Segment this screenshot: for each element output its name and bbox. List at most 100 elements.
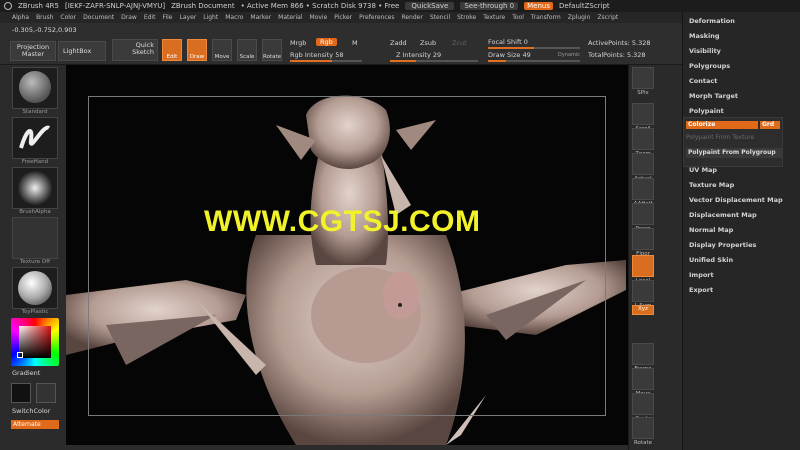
rotate-tool-button[interactable]: Rotate bbox=[262, 39, 282, 61]
scale-tool-button[interactable]: Scale bbox=[237, 39, 257, 61]
menu-macro[interactable]: Macro bbox=[225, 14, 243, 21]
bottom-tray-handle[interactable] bbox=[66, 445, 628, 450]
menu-texture-map[interactable]: Texture Map bbox=[689, 181, 734, 189]
secondary-color-swatch[interactable] bbox=[36, 383, 56, 403]
main-color-swatch[interactable] bbox=[11, 383, 31, 403]
menus-button[interactable]: Menus bbox=[524, 2, 553, 10]
grd-button[interactable]: Grd bbox=[760, 121, 780, 129]
menu-marker[interactable]: Marker bbox=[250, 14, 271, 21]
z-intensity-track[interactable] bbox=[390, 60, 478, 62]
aahalf-button[interactable] bbox=[632, 178, 654, 200]
rgb-intensity-slider[interactable]: Rgb Intensity 58 bbox=[290, 51, 343, 59]
mrgb-button[interactable]: Mrgb bbox=[290, 39, 306, 47]
menu-alpha[interactable]: Alpha bbox=[12, 14, 29, 21]
focal-shift-slider[interactable]: Focal Shift 0 bbox=[488, 38, 528, 46]
l-sym-button[interactable] bbox=[632, 280, 654, 302]
brush-thumbnail[interactable] bbox=[12, 67, 58, 109]
menu-document[interactable]: Document bbox=[83, 14, 114, 21]
menu-draw[interactable]: Draw bbox=[121, 14, 137, 21]
actual-button[interactable] bbox=[632, 153, 654, 175]
menu-movie[interactable]: Movie bbox=[310, 14, 328, 21]
menu-layer[interactable]: Layer bbox=[180, 14, 197, 21]
menu-tool[interactable]: Tool bbox=[512, 14, 524, 21]
menu-normal-map[interactable]: Normal Map bbox=[689, 226, 733, 234]
switchcolor-button[interactable]: SwitchColor bbox=[12, 407, 50, 415]
menu-uv-map[interactable]: UV Map bbox=[689, 166, 717, 174]
move-tool-button[interactable]: Move bbox=[212, 39, 232, 61]
menu-light[interactable]: Light bbox=[203, 14, 218, 21]
menu-deformation[interactable]: Deformation bbox=[689, 17, 735, 25]
saturation-square[interactable] bbox=[19, 326, 51, 358]
quicksave-button[interactable]: QuickSave bbox=[405, 2, 455, 10]
draw-tool-button[interactable]: Draw bbox=[187, 39, 207, 61]
document-canvas[interactable]: WWW.CGTSJ.COM bbox=[66, 65, 628, 445]
rgb-button[interactable]: Rgb bbox=[316, 38, 337, 46]
scale-button[interactable] bbox=[632, 393, 654, 415]
zsub-button[interactable]: Zsub bbox=[420, 39, 436, 47]
polypaint-from-polygroup-button[interactable]: Polypaint From Polygroup bbox=[686, 148, 782, 158]
projection-master-button[interactable]: Projection Master bbox=[10, 41, 56, 61]
persp-button[interactable] bbox=[632, 203, 654, 225]
dynamic-toggle[interactable]: Dynamic bbox=[558, 52, 580, 58]
move-button[interactable] bbox=[632, 368, 654, 390]
stroke-thumbnail[interactable] bbox=[12, 117, 58, 159]
frame-button[interactable] bbox=[632, 343, 654, 365]
colorize-button[interactable]: Colorize bbox=[686, 121, 758, 129]
menu-stencil[interactable]: Stencil bbox=[430, 14, 450, 21]
m-button[interactable]: M bbox=[352, 39, 358, 47]
serial-number: [IEKF-ZAFR-SNLP-AJNJ-VMYU] bbox=[65, 2, 166, 10]
alternate-button[interactable]: Alternate bbox=[11, 420, 59, 429]
menu-file[interactable]: File bbox=[162, 14, 172, 21]
alpha-thumbnail[interactable] bbox=[12, 167, 58, 209]
menu-color[interactable]: Color bbox=[60, 14, 76, 21]
gradient-label[interactable]: Gradient bbox=[12, 369, 40, 377]
draw-size-track[interactable] bbox=[488, 60, 580, 62]
menu-edit[interactable]: Edit bbox=[144, 14, 156, 21]
menu-masking[interactable]: Masking bbox=[689, 32, 720, 40]
rgb-intensity-track[interactable] bbox=[290, 60, 362, 62]
quick-sketch-button[interactable]: Quick Sketch bbox=[112, 39, 158, 61]
menu-picker[interactable]: Picker bbox=[334, 14, 352, 21]
menu-vector-displacement-map[interactable]: Vector Displacement Map bbox=[689, 196, 783, 204]
menu-render[interactable]: Render bbox=[401, 14, 422, 21]
scroll-button[interactable] bbox=[632, 103, 654, 125]
menu-polypaint[interactable]: Polypaint bbox=[689, 107, 724, 115]
menu-contact[interactable]: Contact bbox=[689, 77, 717, 85]
menu-transform[interactable]: Transform bbox=[531, 14, 561, 21]
color-cursor[interactable] bbox=[17, 352, 23, 358]
menu-brush[interactable]: Brush bbox=[36, 14, 53, 21]
zoom-button[interactable] bbox=[632, 128, 654, 150]
lightbox-button[interactable]: LightBox bbox=[58, 41, 106, 61]
color-picker[interactable] bbox=[11, 318, 59, 366]
menu-material[interactable]: Material bbox=[278, 14, 302, 21]
menu-polygroups[interactable]: Polygroups bbox=[689, 62, 730, 70]
local-button[interactable] bbox=[632, 255, 654, 277]
menu-visibility[interactable]: Visibility bbox=[689, 47, 721, 55]
edit-tool-button[interactable]: Edit bbox=[162, 39, 182, 61]
menu-unified-skin[interactable]: Unified Skin bbox=[689, 256, 733, 264]
memory-status: • Active Mem 866 • Scratch Disk 9738 • F… bbox=[240, 2, 400, 10]
see-through-slider[interactable]: See-through 0 bbox=[460, 2, 519, 10]
floor-button[interactable] bbox=[632, 228, 654, 250]
z-intensity-slider[interactable]: Z Intensity 29 bbox=[396, 51, 441, 59]
menu-stroke[interactable]: Stroke bbox=[457, 14, 476, 21]
menu-texture[interactable]: Texture bbox=[483, 14, 505, 21]
focal-shift-track[interactable] bbox=[488, 47, 580, 49]
menu-zplugin[interactable]: Zplugin bbox=[568, 14, 591, 21]
zcut-button[interactable]: Zcut bbox=[452, 39, 467, 47]
texture-thumbnail[interactable] bbox=[12, 217, 58, 259]
menu-preferences[interactable]: Preferences bbox=[359, 14, 394, 21]
polypaint-from-texture-button[interactable]: Polypaint From Texture bbox=[686, 134, 754, 141]
menu-export[interactable]: Export bbox=[689, 286, 713, 294]
menu-import[interactable]: Import bbox=[689, 271, 714, 279]
menu-displacement-map[interactable]: Displacement Map bbox=[689, 211, 757, 219]
spix-button[interactable] bbox=[632, 67, 654, 89]
draw-size-slider[interactable]: Draw Size 49 bbox=[488, 51, 531, 59]
menu-zscript[interactable]: Zscript bbox=[597, 14, 618, 21]
zadd-button[interactable]: Zadd bbox=[390, 39, 407, 47]
default-zscript-button[interactable]: DefaultZScript bbox=[559, 2, 610, 10]
rotate-button[interactable] bbox=[632, 417, 654, 439]
menu-display-properties[interactable]: Display Properties bbox=[689, 241, 756, 249]
menu-morph-target[interactable]: Morph Target bbox=[689, 92, 738, 100]
material-thumbnail[interactable] bbox=[12, 267, 58, 309]
